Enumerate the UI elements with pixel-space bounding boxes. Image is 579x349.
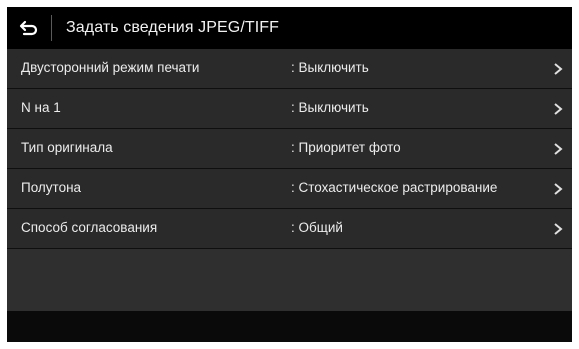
chevron-right-icon bbox=[552, 182, 564, 196]
chevron-right-icon bbox=[552, 102, 564, 116]
setting-row-n-on-1[interactable]: N на 1 : Выключить bbox=[7, 89, 572, 129]
setting-row-original-type[interactable]: Тип оригинала : Приоритет фото bbox=[7, 129, 572, 169]
device-screen: Задать сведения JPEG/TIFF Двусторонний р… bbox=[7, 7, 572, 342]
empty-list-area bbox=[7, 249, 572, 311]
setting-label: N на 1 bbox=[21, 100, 61, 115]
setting-row-matching-method[interactable]: Способ согласования : Общий bbox=[7, 209, 572, 249]
setting-value: : Выключить bbox=[291, 100, 369, 115]
setting-value: : Общий bbox=[291, 220, 343, 235]
setting-label: Тип оригинала bbox=[21, 140, 113, 155]
setting-value: : Стохастическое растрирование bbox=[291, 180, 498, 195]
page-title: Задать сведения JPEG/TIFF bbox=[66, 19, 280, 36]
settings-list: Двусторонний режим печати : Выключить N … bbox=[7, 49, 572, 249]
bottom-bar bbox=[7, 311, 572, 342]
setting-value: : Выключить bbox=[291, 60, 369, 75]
chevron-right-icon bbox=[552, 142, 564, 156]
back-button[interactable] bbox=[7, 7, 51, 49]
setting-row-duplex[interactable]: Двусторонний режим печати : Выключить bbox=[7, 49, 572, 89]
back-arrow-icon bbox=[19, 20, 39, 36]
setting-label: Двусторонний режим печати bbox=[21, 60, 200, 75]
setting-label: Способ согласования bbox=[21, 220, 158, 235]
title-bar: Задать сведения JPEG/TIFF bbox=[7, 7, 572, 49]
setting-label: Полутона bbox=[21, 180, 82, 195]
chevron-right-icon bbox=[552, 222, 564, 236]
chevron-right-icon bbox=[552, 62, 564, 76]
setting-value: : Приоритет фото bbox=[291, 140, 401, 155]
setting-row-halftone[interactable]: Полутона : Стохастическое растрирование bbox=[7, 169, 572, 209]
title-divider bbox=[51, 15, 52, 41]
